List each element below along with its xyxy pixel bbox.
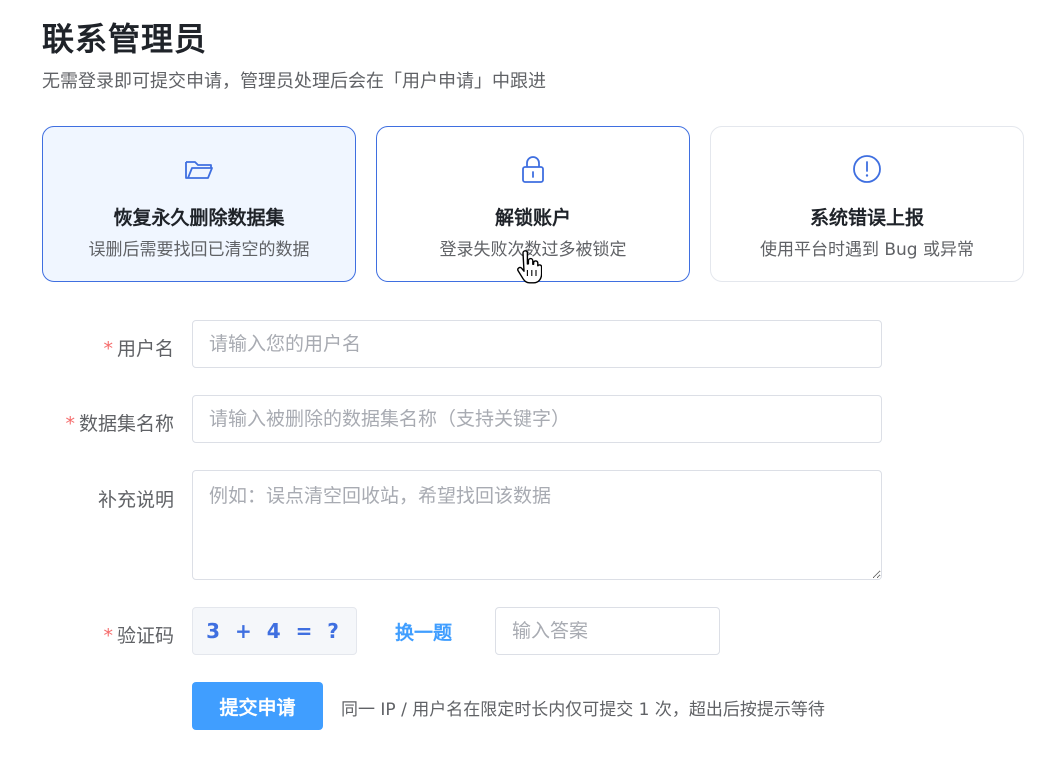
card-description: 使用平台时遇到 Bug 或异常 — [759, 240, 975, 260]
lock-icon — [517, 153, 549, 185]
alert-circle-icon — [851, 153, 883, 185]
card-restore-dataset[interactable]: 恢复永久删除数据集 误删后需要找回已清空的数据 — [42, 126, 356, 282]
username-label: * 用户名 — [103, 334, 174, 361]
card-report-error[interactable]: 系统错误上报 使用平台时遇到 Bug 或异常 — [710, 126, 1024, 282]
folder-icon — [183, 153, 215, 185]
username-input[interactable] — [192, 320, 882, 368]
submit-button[interactable]: 提交申请 — [192, 682, 323, 730]
username-label-text: 用户名 — [116, 338, 174, 360]
submit-hint: 同一 IP / 用户名在限定时长内仅可提交 1 次，超出后按提示等待 — [341, 700, 825, 720]
card-description: 误删后需要找回已清空的数据 — [88, 240, 310, 260]
refresh-captcha-link[interactable]: 换一题 — [395, 618, 452, 645]
card-title: 解锁账户 — [494, 207, 571, 229]
dataset-name-label-text: 数据集名称 — [78, 413, 174, 435]
page-title: 联系管理员 — [42, 20, 208, 58]
captcha-label: * 验证码 — [103, 621, 174, 648]
card-title: 恢复永久删除数据集 — [113, 207, 285, 229]
card-title: 系统错误上报 — [809, 207, 924, 229]
dataset-name-label: * 数据集名称 — [65, 409, 174, 436]
required-mark: * — [65, 413, 75, 435]
note-label: 补充说明 — [97, 489, 174, 511]
hand-cursor-icon — [514, 250, 543, 284]
captcha-label-text: 验证码 — [116, 625, 174, 647]
captcha-question: 3 + 4 = ? — [192, 607, 357, 655]
note-textarea[interactable] — [192, 470, 882, 580]
captcha-answer-input[interactable] — [495, 607, 720, 655]
required-mark: * — [103, 625, 113, 647]
required-mark: * — [103, 338, 113, 360]
page-subtitle: 无需登录即可提交申请，管理员处理后会在「用户申请」中跟进 — [42, 71, 546, 92]
dataset-name-input[interactable] — [192, 395, 882, 443]
